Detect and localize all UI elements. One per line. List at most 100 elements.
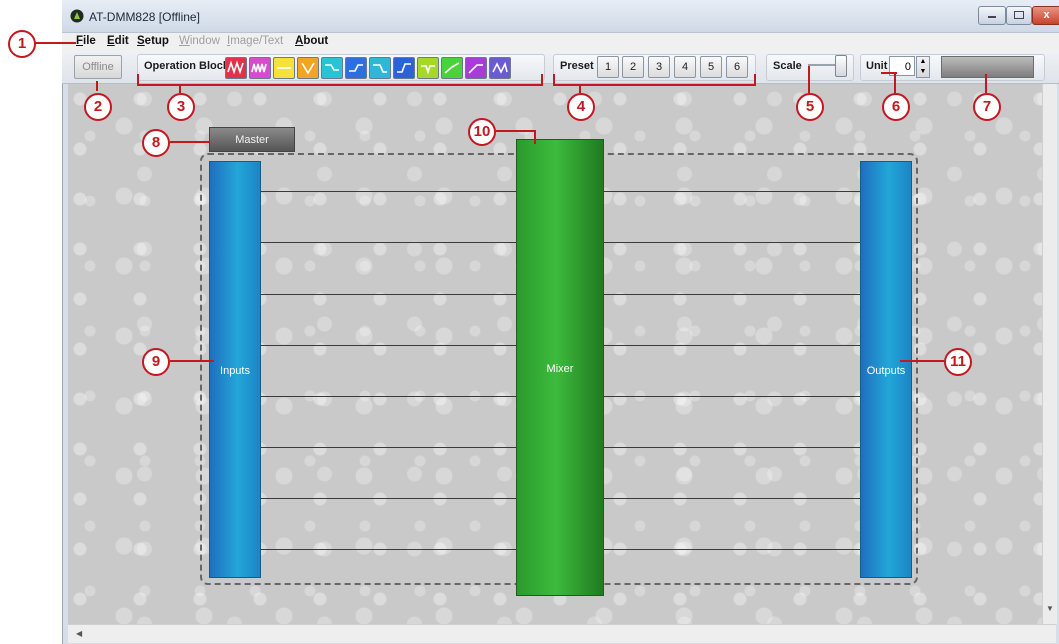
callout-line xyxy=(170,360,214,362)
preset-2-button[interactable]: 2 xyxy=(622,56,644,78)
callout-line xyxy=(96,81,98,91)
horizontal-scrollbar[interactable]: ◀ xyxy=(68,624,1056,643)
preset-label: Preset xyxy=(560,60,594,72)
callout-line xyxy=(34,42,76,44)
preset-6-button[interactable]: 6 xyxy=(726,56,748,78)
high-shelf-block-button[interactable] xyxy=(321,57,343,79)
graphic-eq-icon xyxy=(251,63,267,73)
delay-icon xyxy=(301,62,315,75)
preset-5-button[interactable]: 5 xyxy=(700,56,722,78)
notch-icon xyxy=(421,65,435,75)
preset-4-button[interactable]: 4 xyxy=(674,56,696,78)
scale-slider-thumb[interactable] xyxy=(835,55,847,77)
hpf-icon xyxy=(373,64,387,73)
input-channel-line xyxy=(261,242,516,243)
gain-icon xyxy=(277,67,291,69)
ducker-block-button[interactable] xyxy=(489,57,511,79)
callout-3: 3 xyxy=(167,93,195,121)
window-title: AT-DMM828 [Offline] xyxy=(89,10,200,24)
menu-image-text[interactable]: Image/Text xyxy=(227,35,283,47)
callout-line xyxy=(579,85,581,93)
lpf-block-button[interactable] xyxy=(393,57,415,79)
gain-block-button[interactable] xyxy=(273,57,295,79)
minimize-button[interactable] xyxy=(978,6,1006,25)
callout-6: 6 xyxy=(882,93,910,121)
callout-line xyxy=(900,360,944,362)
callout-1: 1 xyxy=(8,30,36,58)
output-channel-line xyxy=(604,242,860,243)
mixer-block[interactable]: Mixer xyxy=(516,139,604,596)
output-channel-line xyxy=(604,549,860,550)
input-channel-line xyxy=(261,447,516,448)
callout-bracket xyxy=(541,74,543,86)
callout-11: 11 xyxy=(944,348,972,376)
output-channel-line xyxy=(604,345,860,346)
output-channel-line xyxy=(604,447,860,448)
maximize-icon xyxy=(1014,11,1024,19)
ducker-icon xyxy=(492,61,508,74)
minimize-icon xyxy=(988,16,996,18)
app-logo-icon xyxy=(70,9,84,23)
menu-edit[interactable]: Edit xyxy=(107,35,129,47)
callout-line xyxy=(894,72,896,93)
maximize-button[interactable] xyxy=(1006,6,1032,25)
limiter-block-button[interactable] xyxy=(465,57,487,79)
offline-button[interactable]: Offline xyxy=(74,55,122,79)
low-shelf-block-button[interactable] xyxy=(345,57,367,79)
callout-bracket xyxy=(137,74,139,86)
input-channel-line xyxy=(261,191,516,192)
callout-bracket xyxy=(137,84,543,86)
callout-2: 2 xyxy=(84,93,112,121)
close-button[interactable]: x xyxy=(1032,6,1059,25)
delay-block-button[interactable] xyxy=(297,57,319,79)
callout-line xyxy=(179,85,181,93)
mixer-label: Mixer xyxy=(546,363,574,375)
master-tab[interactable]: Master xyxy=(209,127,295,152)
unit-stepper[interactable]: ▲ ▼ xyxy=(916,56,930,78)
input-channel-line xyxy=(261,549,516,550)
scroll-left-icon[interactable]: ◀ xyxy=(76,629,82,638)
inputs-label: Inputs xyxy=(220,365,250,377)
unit-label: Unit xyxy=(866,60,888,72)
outputs-label: Outputs xyxy=(866,365,906,377)
menu-bar: File Edit Setup Window Image/Text About xyxy=(62,33,1059,52)
inputs-block[interactable]: Inputs xyxy=(209,161,261,578)
unit-status-indicator xyxy=(941,56,1034,78)
menu-setup[interactable]: Setup xyxy=(137,35,169,47)
vertical-scrollbar[interactable]: ▼ xyxy=(1042,84,1057,624)
preset-3-button[interactable]: 3 xyxy=(648,56,670,78)
hpf-block-button[interactable] xyxy=(369,57,391,79)
preset-1-button[interactable]: 1 xyxy=(597,56,619,78)
low-shelf-icon xyxy=(349,64,363,72)
spin-up-icon[interactable]: ▲ xyxy=(920,58,927,65)
high-shelf-icon xyxy=(325,64,339,71)
input-channel-line xyxy=(261,396,516,397)
callout-5: 5 xyxy=(796,93,824,121)
menu-window[interactable]: Window xyxy=(179,35,220,47)
output-channel-line xyxy=(604,498,860,499)
callout-bracket xyxy=(754,74,756,86)
scale-label: Scale xyxy=(773,60,802,72)
menu-file[interactable]: File xyxy=(76,35,96,47)
graphic-eq-block-button[interactable] xyxy=(249,57,271,79)
spin-down-icon[interactable]: ▼ xyxy=(920,68,927,75)
output-channel-line xyxy=(604,294,860,295)
callout-4: 4 xyxy=(567,93,595,121)
callout-bracket xyxy=(553,74,555,86)
title-bar[interactable] xyxy=(62,0,1059,33)
scroll-down-icon[interactable]: ▼ xyxy=(1046,604,1054,613)
callout-line xyxy=(985,74,987,93)
compressor-block-button[interactable] xyxy=(441,57,463,79)
callout-8: 8 xyxy=(142,129,170,157)
operation-block-label: Operation Block xyxy=(144,60,229,72)
callout-bracket xyxy=(553,84,756,86)
menu-about[interactable]: About xyxy=(295,35,328,47)
limiter-icon xyxy=(468,64,483,74)
notch-block-button[interactable] xyxy=(417,57,439,79)
callout-9: 9 xyxy=(142,348,170,376)
parametric-eq-icon xyxy=(227,60,244,75)
outputs-block[interactable]: Outputs xyxy=(860,161,912,578)
parametric-eq-block-button[interactable] xyxy=(225,57,247,79)
callout-line xyxy=(496,130,536,132)
callout-line xyxy=(170,141,210,143)
